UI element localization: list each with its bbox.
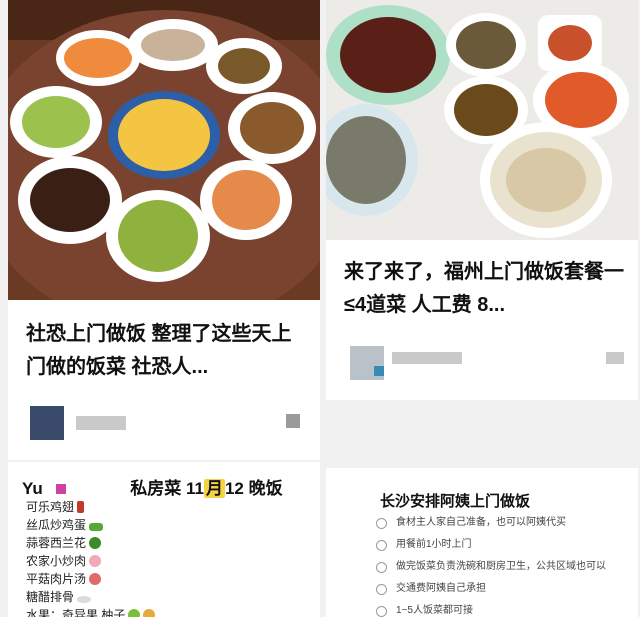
username-blurred xyxy=(76,416,126,430)
service-option[interactable]: 交通费阿姨自己承担 xyxy=(376,582,626,596)
menu-item: 平菇肉片汤 xyxy=(26,570,155,588)
radio-icon[interactable] xyxy=(376,518,387,529)
avatar[interactable] xyxy=(30,406,64,440)
date-highlight: 月 xyxy=(203,479,225,498)
service-option[interactable]: 用餐前1小时上门 xyxy=(376,538,626,552)
avatar-badge xyxy=(374,366,384,376)
service-title[interactable]: 长沙安排阿姨上门做饭 xyxy=(380,490,530,511)
post-card-home-cooking[interactable]: 社恐上门做饭 整理了这些天上门做的饭菜 社恐人... xyxy=(8,0,320,460)
menu-item: 蒜蓉西兰花 xyxy=(26,534,155,552)
like-icon-blurred[interactable] xyxy=(606,352,624,364)
post-card-private-menu[interactable]: Yu 私房菜 11 月 12 晚饭 可乐鸡翅 丝瓜炒鸡蛋 蒜蓉西兰花 农家小炒肉 平… xyxy=(8,462,320,617)
dinner-table-photo xyxy=(8,0,320,300)
dishes-photo xyxy=(326,0,638,240)
radio-icon[interactable] xyxy=(376,606,387,617)
radio-icon[interactable] xyxy=(376,540,387,551)
post-title[interactable]: 来了来了，福州上门做饭套餐一≤4道菜 人工费 8... xyxy=(344,256,624,322)
menu-title-end: 12 晚饭 xyxy=(224,479,283,498)
bone-icon xyxy=(77,596,92,603)
menu-title-prefix: Yu xyxy=(22,479,43,498)
drink-icon xyxy=(77,501,85,513)
radio-icon[interactable] xyxy=(376,562,387,573)
menu-list: 可乐鸡翅 丝瓜炒鸡蛋 蒜蓉西兰花 农家小炒肉 平菇肉片汤 糖醋排骨 水果：奇异果… xyxy=(26,498,156,617)
menu-item: 可乐鸡翅 xyxy=(26,498,155,516)
blurred-word xyxy=(48,479,126,499)
kiwi-icon xyxy=(128,609,141,617)
post-card-changsha-service[interactable]: 长沙安排阿姨上门做饭 食材主人家自己准备，也可以阿姨代买 用餐前1小时上门 做完… xyxy=(326,468,638,617)
broccoli-icon xyxy=(89,537,102,549)
menu-item: 水果：奇异果 柚子 xyxy=(26,606,156,617)
service-option[interactable]: 做完饭菜负责洗碗和厨房卫生，公共区域也可以 xyxy=(376,560,626,574)
radio-icon[interactable] xyxy=(376,584,387,595)
pig-icon xyxy=(89,555,102,567)
service-option[interactable]: 食材主人家自己准备，也可以阿姨代买 xyxy=(376,516,626,530)
post-title[interactable]: 社恐上门做饭 整理了这些天上门做的饭菜 社恐人... xyxy=(26,318,306,384)
mushroom-icon xyxy=(89,573,102,585)
pomelo-icon xyxy=(143,609,156,617)
post-card-fuzhou-cooking[interactable]: 来了来了，福州上门做饭套餐一≤4道菜 人工费 8... xyxy=(326,0,638,400)
menu-item: 丝瓜炒鸡蛋 xyxy=(26,516,155,534)
service-options: 食材主人家自己准备，也可以阿姨代买 用餐前1小时上门 做完饭菜负责洗碗和厨房卫生… xyxy=(376,516,626,617)
menu-item: 糖醋排骨 xyxy=(26,588,155,606)
menu-title-text: 私房菜 11 xyxy=(130,479,204,498)
feed-grid: 社恐上门做饭 整理了这些天上门做的饭菜 社恐人... 来了来了，福州上门做饭套餐… xyxy=(0,0,640,617)
username-blurred xyxy=(392,352,462,364)
like-icon-blurred[interactable] xyxy=(286,414,300,428)
cucumber-icon xyxy=(89,523,104,531)
menu-title[interactable]: Yu 私房菜 11 月 12 晚饭 xyxy=(22,474,283,499)
menu-item: 农家小炒肉 xyxy=(26,552,155,570)
service-option[interactable]: 1~5人饭菜都可接 xyxy=(376,604,626,617)
